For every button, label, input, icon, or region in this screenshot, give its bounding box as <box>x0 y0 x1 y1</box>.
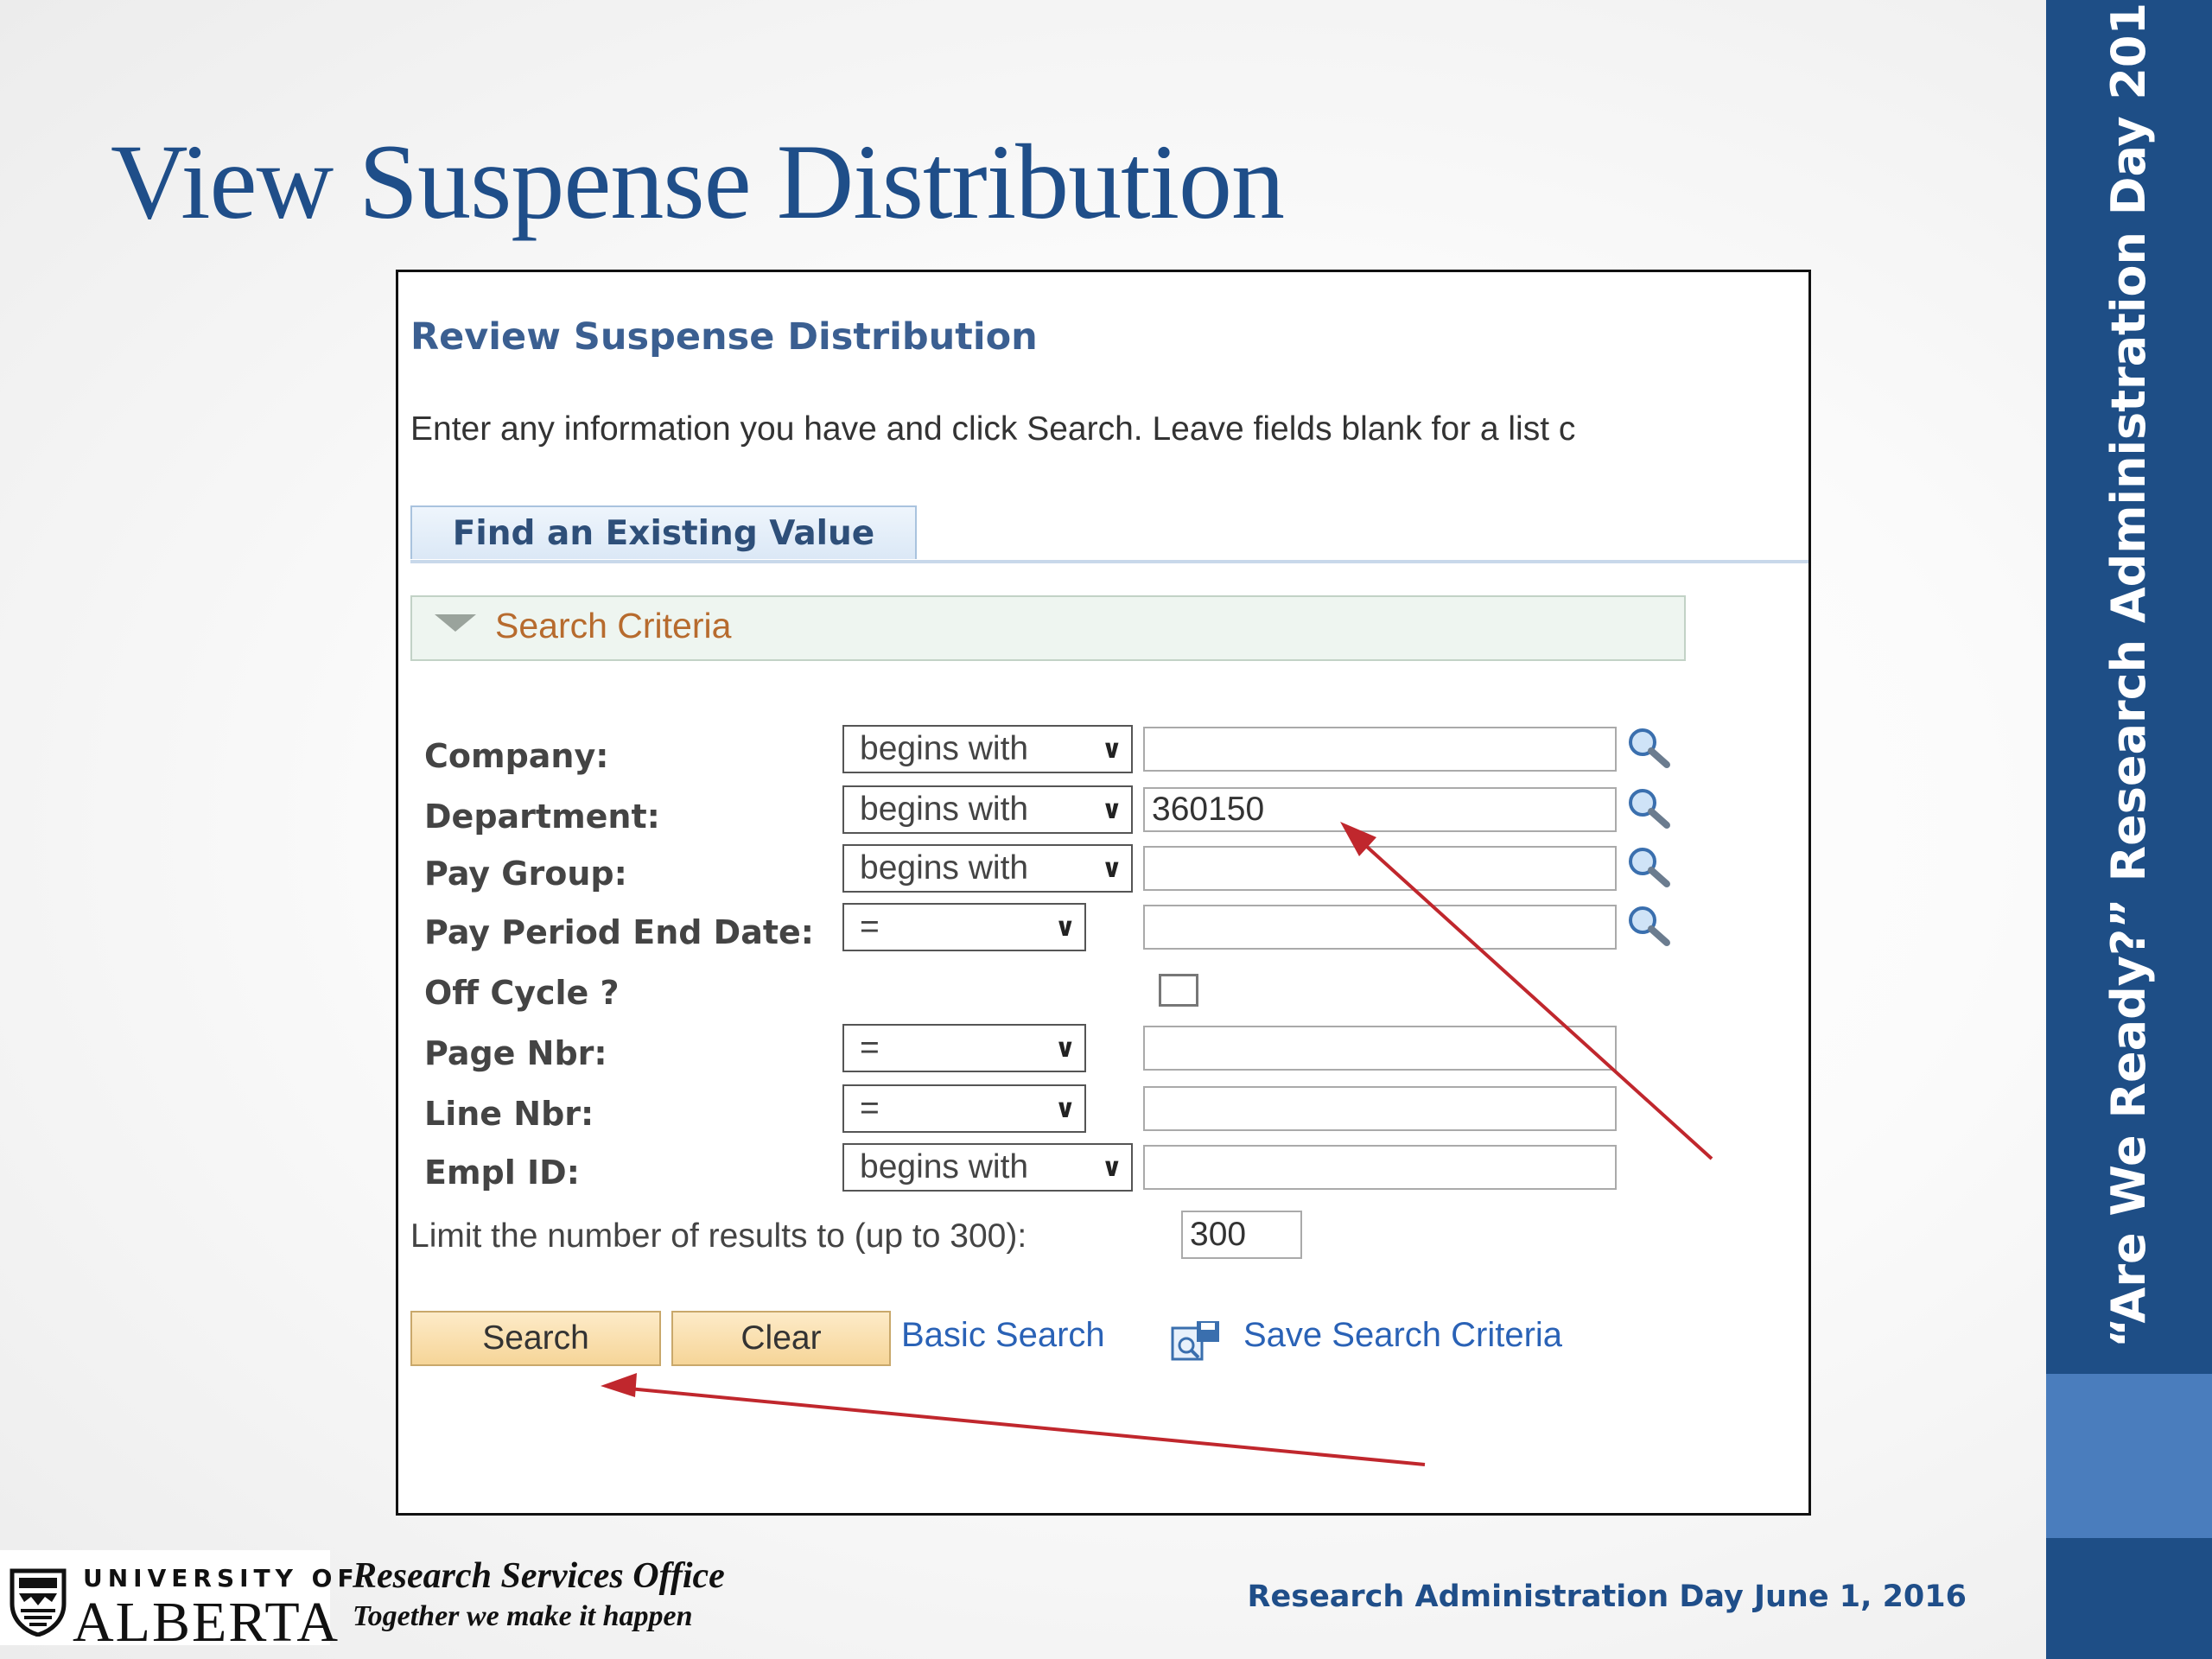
page-nbr-label: Page Nbr: <box>424 1034 607 1072</box>
pay-group-input[interactable] <box>1143 846 1617 891</box>
limit-results-input[interactable]: 300 <box>1181 1211 1302 1259</box>
search-button[interactable]: Search <box>410 1311 661 1366</box>
chevron-down-icon: ∨ <box>1054 1094 1076 1124</box>
footer-event-date: Research Administration Day June 1, 2016 <box>1247 1580 1967 1614</box>
empl-id-label: Empl ID: <box>424 1154 580 1192</box>
instructions-text: Enter any information you have and click… <box>410 410 1576 448</box>
save-search-icon[interactable] <box>1171 1319 1224 1363</box>
department-input[interactable]: 360150 <box>1143 787 1617 832</box>
page-nbr-input[interactable] <box>1143 1026 1617 1071</box>
magnifier-icon[interactable] <box>1624 785 1675 830</box>
basic-search-link[interactable]: Basic Search <box>901 1316 1105 1355</box>
line-nbr-label: Line Nbr: <box>424 1095 594 1133</box>
chevron-down-icon: ∨ <box>1101 1153 1122 1183</box>
magnifier-icon[interactable] <box>1624 725 1675 770</box>
empl-id-operator-value: begins with <box>860 1148 1029 1185</box>
empl-id-input[interactable] <box>1143 1145 1617 1190</box>
chevron-down-icon: ∨ <box>1101 734 1122 765</box>
save-search-criteria-link[interactable]: Save Search Criteria <box>1243 1316 1562 1355</box>
off-cycle-checkbox[interactable] <box>1159 974 1198 1007</box>
department-operator-select[interactable]: begins with ∨ <box>842 785 1133 834</box>
company-label: Company: <box>424 737 609 775</box>
screenshot-panel: Review Suspense Distribution Enter any i… <box>396 270 1811 1516</box>
company-input[interactable] <box>1143 727 1617 772</box>
tab-find-existing-value[interactable]: Find an Existing Value <box>410 505 917 559</box>
pay-period-end-date-operator-select[interactable]: = ∨ <box>842 903 1086 951</box>
side-banner-text: “Are We Ready?” Research Administration … <box>2101 0 2156 1348</box>
page-nbr-operator-value: = <box>860 1029 880 1066</box>
off-cycle-label: Off Cycle ? <box>424 974 620 1012</box>
magnifier-icon[interactable] <box>1624 844 1675 889</box>
arrow-head-search <box>601 1373 637 1397</box>
pay-period-end-date-operator-value: = <box>860 908 880 945</box>
page-title: Review Suspense Distribution <box>410 315 1038 359</box>
company-operator-select[interactable]: begins with ∨ <box>842 725 1133 773</box>
research-services-tagline: Together we make it happen <box>353 1600 693 1632</box>
chevron-down-icon: ∨ <box>1054 1033 1076 1064</box>
side-band-accent <box>2046 1374 2212 1538</box>
empl-id-operator-select[interactable]: begins with ∨ <box>842 1143 1133 1192</box>
arrow-to-search-button <box>610 1385 1426 1466</box>
company-operator-value: begins with <box>860 730 1029 767</box>
department-operator-value: begins with <box>860 791 1029 828</box>
line-nbr-operator-value: = <box>860 1090 880 1127</box>
research-services-office-title: Research Services Office <box>353 1556 725 1596</box>
university-crest-icon <box>10 1568 67 1637</box>
pay-period-end-date-label: Pay Period End Date: <box>424 913 814 951</box>
pay-group-operator-value: begins with <box>860 849 1029 887</box>
line-nbr-input[interactable] <box>1143 1086 1617 1131</box>
chevron-down-icon: ∨ <box>1054 912 1076 943</box>
triangle-down-icon <box>435 614 476 632</box>
alberta-wordmark: ALBERTA <box>73 1591 340 1654</box>
department-label: Department: <box>424 798 660 836</box>
search-criteria-header[interactable]: Search Criteria <box>410 595 1686 661</box>
page-nbr-operator-select[interactable]: = ∨ <box>842 1024 1086 1072</box>
pay-group-label: Pay Group: <box>424 855 627 893</box>
slide-title: View Suspense Distribution <box>111 123 1285 241</box>
pay-group-operator-select[interactable]: begins with ∨ <box>842 844 1133 893</box>
chevron-down-icon: ∨ <box>1101 795 1122 825</box>
clear-button[interactable]: Clear <box>671 1311 891 1366</box>
university-of-text: UNIVERSITY OF <box>83 1564 359 1592</box>
pay-period-end-date-input[interactable] <box>1143 905 1617 950</box>
line-nbr-operator-select[interactable]: = ∨ <box>842 1084 1086 1133</box>
chevron-down-icon: ∨ <box>1101 854 1122 884</box>
search-criteria-label: Search Criteria <box>495 606 732 645</box>
limit-results-label: Limit the number of results to (up to 30… <box>410 1217 1027 1255</box>
magnifier-icon[interactable] <box>1624 903 1675 948</box>
